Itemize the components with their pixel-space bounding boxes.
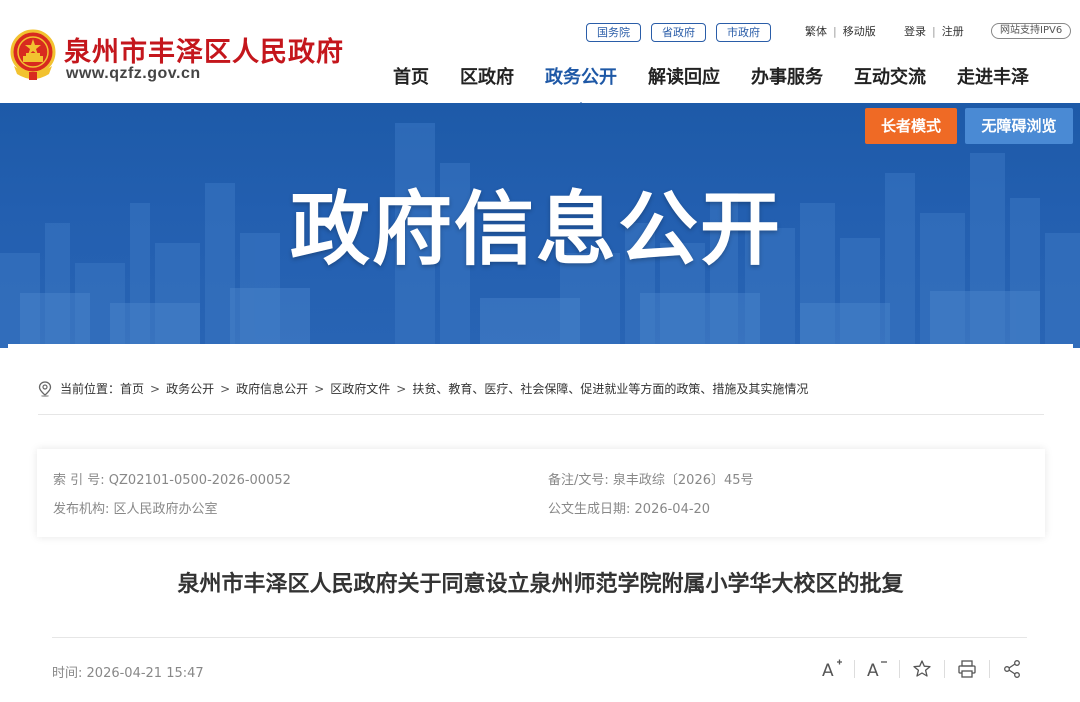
meta-label: 发布机构:: [53, 502, 110, 517]
star-icon: [913, 660, 931, 677]
breadcrumb-current-category[interactable]: 扶贫、教育、医疗、社会保障、促进就业等方面的政策、措施及其实施情况: [412, 380, 808, 397]
traditional-chinese-link[interactable]: 繁体: [805, 25, 827, 38]
breadcrumb-separator: >: [314, 381, 325, 396]
divider: [899, 660, 900, 678]
content-card: 当前位置： 首页 > 政务公开 > 政府信息公开 > 区政府文件 > 扶贫、教育…: [8, 344, 1073, 702]
breadcrumb-separator: >: [220, 381, 231, 396]
meta-issuer: 发布机构: 区人民政府办公室: [53, 498, 218, 517]
breadcrumb: 当前位置： 首页 > 政务公开 > 政府信息公开 > 区政府文件 > 扶贫、教育…: [38, 380, 808, 397]
site-url[interactable]: www.qzfz.gov.cn: [66, 65, 201, 83]
divider: [38, 414, 1044, 415]
nav-district-gov[interactable]: 区政府: [460, 63, 514, 89]
superior-gov-links: 国务院 省政府 市政府: [586, 22, 781, 42]
register-link[interactable]: 注册: [942, 25, 964, 38]
nav-interaction[interactable]: 互动交流: [854, 63, 926, 89]
article-title: 泉州市丰泽区人民政府关于同意设立泉州师范学院附属小学华大校区的批复: [177, 572, 904, 597]
font-increase-button[interactable]: A: [820, 657, 844, 681]
time-label: 时间:: [52, 666, 83, 681]
nav-label: 政务公开: [545, 67, 617, 88]
nav-about-fengze[interactable]: 走进丰泽: [957, 63, 1029, 89]
breadcrumb-home[interactable]: 首页: [120, 380, 144, 397]
breadcrumb-separator: >: [150, 381, 161, 396]
meta-index: 索 引 号: QZ02101-0500-2026-00052: [53, 469, 291, 488]
share-button[interactable]: [1000, 657, 1024, 681]
document-meta-box: 索 引 号: QZ02101-0500-2026-00052 备注/文号: 泉丰…: [37, 449, 1045, 537]
breadcrumb-gov-affairs[interactable]: 政务公开: [166, 380, 214, 397]
divider: [989, 660, 990, 678]
national-emblem-icon: [10, 29, 56, 80]
link-state-council[interactable]: 国务院: [586, 22, 641, 42]
divider: [944, 660, 945, 678]
nav-interpretation[interactable]: 解读回应: [648, 63, 720, 89]
link-province-gov[interactable]: 省政府: [651, 22, 706, 42]
mobile-version-link[interactable]: 移动版: [843, 25, 876, 38]
meta-value: QZ02101-0500-2026-00052: [108, 473, 291, 488]
site-title[interactable]: 泉州市丰泽区人民政府: [64, 30, 344, 69]
meta-value: 泉丰政综〔2026〕45号: [612, 473, 754, 488]
time-value: 2026-04-21 15:47: [86, 666, 204, 681]
site-header: 泉州市丰泽区人民政府 www.qzfz.gov.cn 国务院 省政府 市政府 繁…: [0, 0, 1080, 109]
printer-icon: [958, 660, 976, 678]
meta-label: 公文生成日期:: [548, 502, 631, 517]
article-toolbar: A A: [820, 657, 1024, 681]
breadcrumb-info-disclosure[interactable]: 政府信息公开: [236, 380, 308, 397]
login-link[interactable]: 登录: [904, 25, 926, 38]
meta-label: 备注/文号:: [548, 473, 609, 488]
breadcrumb-prefix: 当前位置：: [60, 382, 121, 396]
divider: |: [932, 25, 936, 38]
banner: 政府信息公开 长者模式 无障碍浏览: [0, 103, 1080, 348]
font-increase-icon: A: [822, 659, 842, 679]
nav-home[interactable]: 首页: [393, 63, 429, 89]
account-links: 登录 | 注册: [904, 22, 964, 41]
publish-time: 时间: 2026-04-21 15:47: [52, 662, 204, 681]
nav-gov-affairs-open[interactable]: 政务公开: [545, 63, 617, 109]
breadcrumb-district-docs[interactable]: 区政府文件: [330, 380, 390, 397]
meta-label: 索 引 号:: [53, 473, 105, 488]
breadcrumb-separator: >: [396, 381, 407, 396]
svg-text:A: A: [867, 661, 879, 679]
font-decrease-icon: A: [867, 661, 887, 679]
svg-text:A: A: [822, 661, 834, 679]
favorite-button[interactable]: [910, 657, 934, 681]
divider: [854, 660, 855, 678]
divider: |: [833, 25, 837, 38]
location-pin-icon: [38, 380, 52, 397]
nav-services[interactable]: 办事服务: [751, 63, 823, 89]
lang-mobile-links: 繁体 | 移动版: [805, 22, 876, 41]
link-city-gov[interactable]: 市政府: [716, 22, 771, 42]
meta-value: 区人民政府办公室: [113, 502, 218, 517]
elder-mode-button[interactable]: 长者模式: [865, 108, 957, 144]
divider: [52, 637, 1027, 638]
font-decrease-button[interactable]: A: [865, 657, 889, 681]
meta-date: 公文生成日期: 2026-04-20: [548, 498, 710, 517]
share-icon: [1004, 660, 1020, 678]
meta-value: 2026-04-20: [634, 502, 711, 517]
accessible-browse-button[interactable]: 无障碍浏览: [965, 108, 1073, 144]
banner-title: 政府信息公开: [290, 183, 782, 276]
meta-doc-number: 备注/文号: 泉丰政综〔2026〕45号: [548, 469, 754, 488]
print-button[interactable]: [955, 657, 979, 681]
main-nav: 首页 区政府 政务公开 解读回应 办事服务 互动交流 走进丰泽: [393, 63, 1029, 109]
ipv6-badge: 网站支持IPV6: [991, 23, 1072, 39]
